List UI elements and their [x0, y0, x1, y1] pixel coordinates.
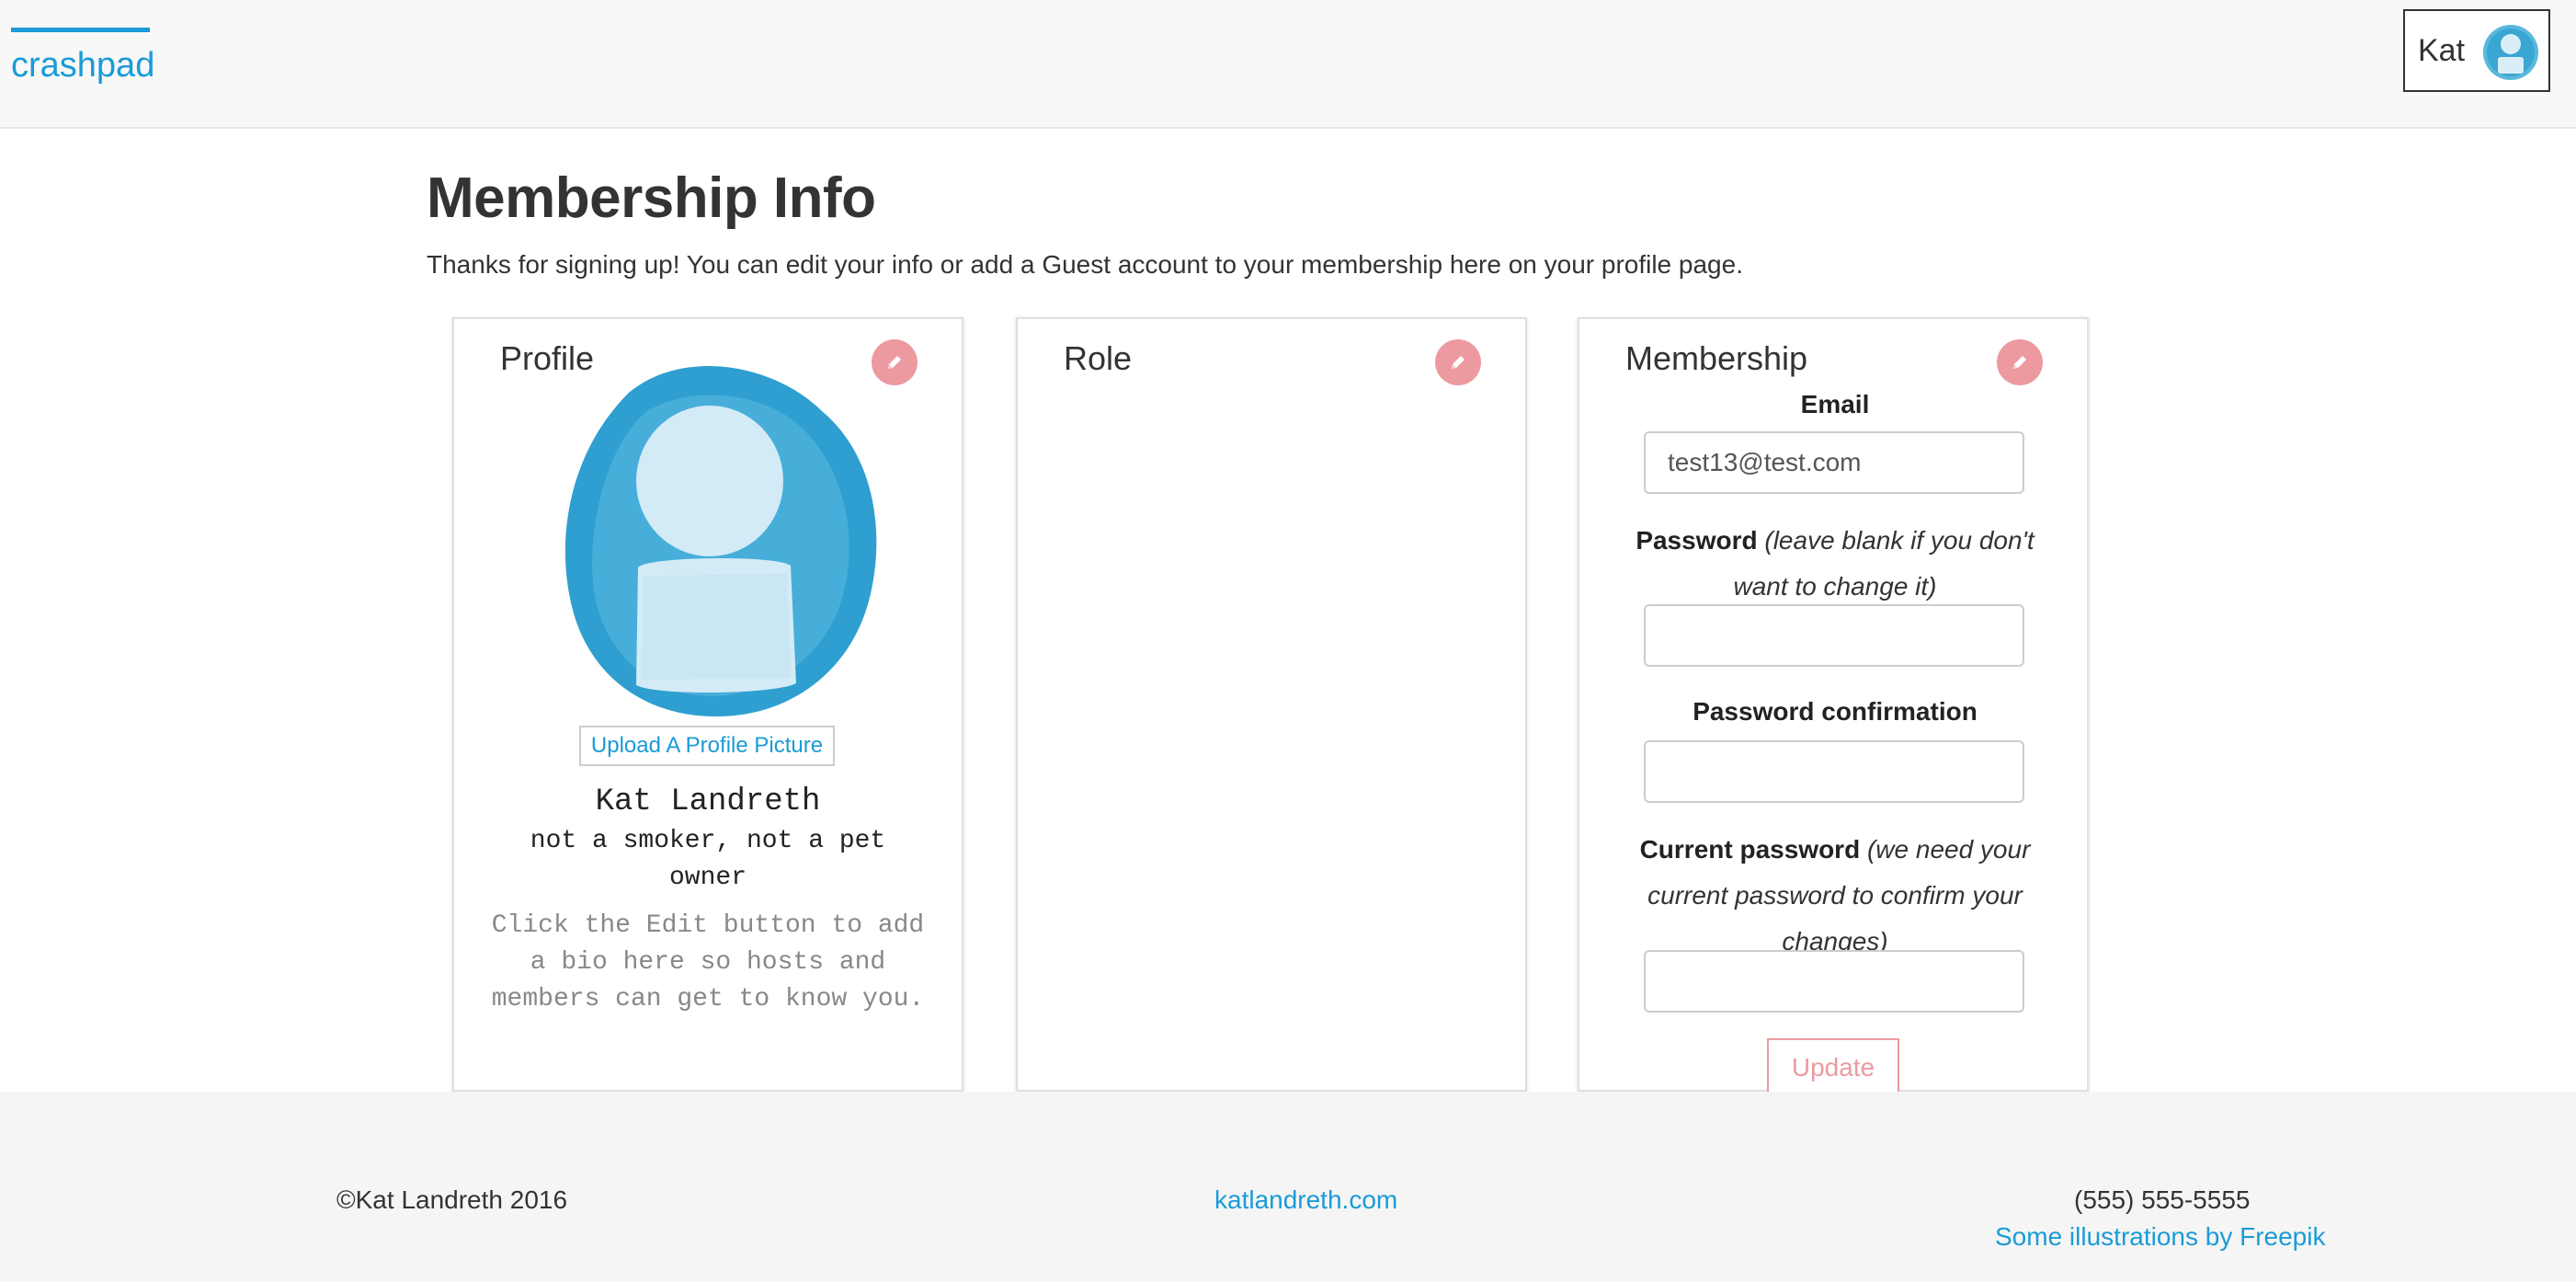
profile-name: Kat Landreth: [595, 784, 821, 819]
role-card-title: Role: [1064, 339, 1133, 377]
role-edit-button[interactable]: [1435, 339, 1481, 385]
email-label: Email: [1800, 390, 1870, 418]
password-confirmation-field[interactable]: [1644, 740, 2024, 803]
profile-card: Profile Upload A Profile Picture Kat Lan…: [452, 317, 963, 1092]
top-navbar: crashpad Kat: [0, 0, 2576, 129]
profile-picture-placeholder: [564, 366, 877, 717]
user-menu-button[interactable]: Kat: [2403, 9, 2550, 92]
user-avatar-icon: [2483, 25, 2538, 80]
page-title: Membership Info: [427, 166, 876, 230]
phone-number: (555) 555-5555: [2074, 1185, 2251, 1214]
password-label-text: Password: [1636, 526, 1758, 555]
pencil-icon: [2013, 356, 2026, 369]
password-field[interactable]: [1644, 604, 2024, 667]
update-button[interactable]: Update: [1767, 1038, 1899, 1093]
site-link[interactable]: katlandreth.com: [1214, 1185, 1397, 1215]
password-hint: (leave blank if you don't want to change…: [1733, 526, 2035, 601]
page-intro-text: Thanks for signing up! You can edit your…: [427, 250, 1743, 279]
membership-card-title: Membership: [1625, 339, 1808, 377]
brand-logo-link[interactable]: crashpad: [11, 28, 154, 95]
current-password-label: Current password (we need your current p…: [1635, 827, 2035, 965]
role-card: Role: [1016, 317, 1527, 1092]
upload-profile-picture-button[interactable]: Upload A Profile Picture: [579, 726, 835, 766]
freepik-credit-link[interactable]: Some illustrations by Freepik: [1995, 1222, 2325, 1252]
page-footer: ©Kat Landreth 2016 katlandreth.com (555)…: [0, 1092, 2576, 1282]
profile-tags: not a smoker, not a pet owner: [530, 827, 886, 892]
membership-edit-button[interactable]: [1997, 339, 2043, 385]
profile-bio-hint: Click the Edit button to add a bio here …: [491, 911, 925, 1013]
user-name: Kat: [2418, 32, 2466, 68]
password-confirmation-label: Password confirmation: [1693, 697, 1978, 726]
password-label: Password (leave blank if you don't want …: [1635, 518, 2035, 610]
copyright-text: ©Kat Landreth 2016: [336, 1185, 568, 1214]
current-password-label-text: Current password: [1639, 835, 1861, 864]
pencil-icon: [1452, 356, 1465, 369]
current-password-field[interactable]: [1644, 950, 2024, 1013]
email-field[interactable]: [1644, 431, 2024, 494]
membership-card: Membership Email Password (leave blank i…: [1578, 317, 2089, 1093]
